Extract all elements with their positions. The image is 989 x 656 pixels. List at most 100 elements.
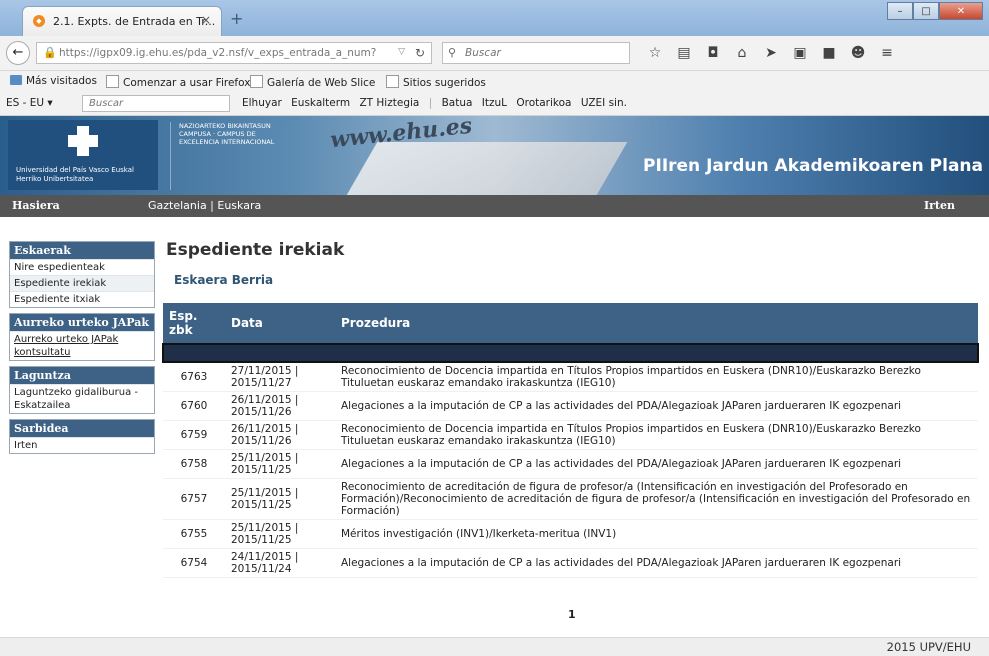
sidebar-item-closed-files[interactable]: Espediente itxiak bbox=[10, 291, 154, 307]
url-bar[interactable]: 🔒 https://igpx09.ig.ehu.es/pda_v2.nsf/v_… bbox=[36, 42, 432, 64]
dictionary-search[interactable] bbox=[82, 95, 231, 112]
new-tab-button[interactable]: + bbox=[230, 9, 243, 28]
dictionary-links: Elhuyar Euskalterm ZT Hiztegia | Batua I… bbox=[242, 97, 633, 109]
sidebar-item-open-files[interactable]: Espediente irekiak bbox=[10, 275, 154, 291]
send-icon[interactable]: ➤ bbox=[760, 44, 782, 62]
extension-toolbar: ES - EU ▾ Elhuyar Euskalterm ZT Hiztegia… bbox=[0, 93, 989, 116]
bookmark-web-slice[interactable]: Galería de Web Slice bbox=[250, 75, 375, 89]
file-procedure: Alegaciones a la imputación de CP a las … bbox=[335, 548, 978, 578]
file-procedure: Reconocimiento de Docencia impartida en … bbox=[335, 362, 978, 392]
bookmark-star-icon[interactable]: ☆ bbox=[644, 44, 666, 62]
menu-icon[interactable]: ≡ bbox=[876, 44, 898, 62]
table-header: Esp. zbk Data Prozedura bbox=[163, 303, 978, 344]
sidebar-item-user-guide[interactable]: Laguntzeko gidaliburua - Eskatzailea bbox=[10, 384, 154, 413]
pocket-icon[interactable]: ◘ bbox=[702, 44, 724, 62]
bookmark-most-visited[interactable]: Más visitados bbox=[10, 75, 97, 87]
browser-search-input[interactable] bbox=[463, 46, 627, 60]
table-row[interactable]: 6755 25/11/2015 | 2015/11/25 Méritos inv… bbox=[163, 519, 978, 549]
file-number[interactable]: 6759 bbox=[163, 420, 225, 450]
language-selector[interactable]: ES - EU ▾ bbox=[6, 97, 53, 109]
footer-copyright: 2015 UPV/EHU bbox=[886, 640, 971, 654]
file-date: 26/11/2015 | 2015/11/26 bbox=[225, 391, 335, 421]
url-text[interactable]: https://igpx09.ig.ehu.es/pda_v2.nsf/v_ex… bbox=[59, 47, 377, 59]
sidebar-heading: Sarbidea bbox=[10, 420, 154, 437]
bookmark-suggested[interactable]: Sitios sugeridos bbox=[386, 75, 486, 89]
campus-excellence-logo: NAZIOARTEKO BIKAINTASUN CAMPUSA · CAMPUS… bbox=[170, 122, 279, 190]
file-date: 27/11/2015 | 2015/11/27 bbox=[225, 362, 335, 392]
logout-link[interactable]: Irten bbox=[924, 199, 955, 212]
new-request-link[interactable]: Eskaera Berria bbox=[174, 273, 273, 287]
window-controls: – □ ✕ bbox=[887, 2, 983, 22]
file-number[interactable]: 6763 bbox=[163, 362, 225, 392]
file-procedure: Reconocimiento de acreditación de figura… bbox=[335, 478, 978, 520]
file-number[interactable]: 6757 bbox=[163, 478, 225, 520]
selected-row-cell bbox=[162, 343, 979, 363]
language-links[interactable]: Gaztelania | Euskara bbox=[148, 199, 261, 212]
sidebar-section-previous-japs: Aurreko urteko JAPak Aurreko urteko JAPa… bbox=[9, 313, 155, 361]
file-number[interactable]: 6755 bbox=[163, 519, 225, 549]
sidebar: Eskaerak Nire espedienteak Espediente ir… bbox=[9, 241, 155, 459]
files-table: Esp. zbk Data Prozedura 6763 27/11/2015 … bbox=[162, 303, 979, 578]
extension-icon[interactable]: ▣ bbox=[789, 44, 811, 62]
back-button[interactable]: ← bbox=[6, 41, 30, 65]
sidebar-heading: Aurreko urteko JAPak bbox=[10, 314, 154, 331]
link-elhuyar[interactable]: Elhuyar bbox=[242, 97, 282, 109]
sidebar-item-exit[interactable]: Irten bbox=[10, 437, 154, 453]
bookmark-getting-started[interactable]: Comenzar a usar Firefox bbox=[106, 75, 250, 89]
link-batua[interactable]: Batua bbox=[442, 97, 473, 109]
table-row[interactable]: 6760 26/11/2015 | 2015/11/26 Alegaciones… bbox=[163, 391, 978, 421]
url-dropdown-icon[interactable]: ▽ bbox=[398, 47, 405, 57]
site-banner: Universidad del País Vasco Euskal Herrik… bbox=[0, 116, 989, 195]
page-title: Espediente irekiak bbox=[166, 240, 345, 260]
sidebar-item-consult-previous[interactable]: Aurreko urteko JAPak kontsultatu bbox=[10, 331, 154, 360]
file-number[interactable]: 6758 bbox=[163, 449, 225, 479]
back-arrow-icon: ← bbox=[12, 45, 24, 60]
maximize-button[interactable]: □ bbox=[913, 2, 939, 20]
table-row[interactable]: 6754 24/11/2015 | 2015/11/24 Alegaciones… bbox=[163, 548, 978, 578]
pagination-page[interactable]: 1 bbox=[568, 608, 576, 621]
site-nav: Hasiera Gaztelania | Euskara Irten bbox=[0, 195, 989, 217]
file-date: 25/11/2015 | 2015/11/25 bbox=[225, 478, 335, 520]
table-row[interactable]: 6763 27/11/2015 | 2015/11/27 Reconocimie… bbox=[163, 362, 978, 392]
link-uzei[interactable]: UZEI sin. bbox=[581, 97, 627, 109]
reload-icon[interactable]: ↻ bbox=[415, 46, 425, 60]
home-link[interactable]: Hasiera bbox=[12, 199, 60, 212]
reading-list-icon[interactable]: ▤ bbox=[673, 44, 695, 62]
link-euskalterm[interactable]: Euskalterm bbox=[291, 97, 350, 109]
page-icon bbox=[386, 75, 399, 88]
file-number[interactable]: 6760 bbox=[163, 391, 225, 421]
close-window-button[interactable]: ✕ bbox=[939, 2, 983, 20]
chat-icon[interactable]: ☻ bbox=[847, 44, 869, 62]
sidebar-item-my-files[interactable]: Nire espedienteak bbox=[10, 259, 154, 275]
extension-red-icon[interactable]: ■ bbox=[818, 44, 840, 62]
column-header-date[interactable]: Data bbox=[225, 303, 335, 344]
separator: | bbox=[428, 97, 433, 109]
file-procedure: Méritos investigación (INV1)/Ikerketa-me… bbox=[335, 519, 978, 549]
file-date: 25/11/2015 | 2015/11/25 bbox=[225, 519, 335, 549]
university-logo[interactable]: Universidad del País Vasco Euskal Herrik… bbox=[8, 120, 158, 190]
file-procedure: Reconocimiento de Docencia impartida en … bbox=[335, 420, 978, 450]
file-procedure: Alegaciones a la imputación de CP a las … bbox=[335, 391, 978, 421]
column-header-number[interactable]: Esp. zbk bbox=[163, 303, 225, 344]
minimize-button[interactable]: – bbox=[887, 2, 913, 20]
table-row[interactable]: 6757 25/11/2015 | 2015/11/25 Reconocimie… bbox=[163, 478, 978, 520]
home-icon[interactable]: ⌂ bbox=[731, 44, 753, 62]
file-number[interactable]: 6754 bbox=[163, 548, 225, 578]
link-orotarikoa[interactable]: Orotarikoa bbox=[516, 97, 571, 109]
page-footer: 2015 UPV/EHU bbox=[0, 637, 989, 656]
browser-search-box[interactable]: ⚲ bbox=[442, 42, 630, 64]
tab-title: 2.1. Expts. de Entrada en Tr... bbox=[53, 15, 216, 28]
dictionary-search-input[interactable] bbox=[87, 97, 231, 110]
column-header-procedure[interactable]: Prozedura bbox=[335, 303, 978, 344]
tab-close-icon[interactable]: × bbox=[201, 13, 211, 27]
search-icon: ⚲ bbox=[448, 46, 457, 59]
link-itzul[interactable]: ItzuL bbox=[482, 97, 507, 109]
table-row[interactable]: 6759 26/11/2015 | 2015/11/26 Reconocimie… bbox=[163, 420, 978, 450]
selected-row[interactable] bbox=[162, 343, 979, 363]
link-zt-hiztegia[interactable]: ZT Hiztegia bbox=[359, 97, 419, 109]
browser-navbar: ← 🔒 https://igpx09.ig.ehu.es/pda_v2.nsf/… bbox=[0, 36, 989, 71]
file-date: 26/11/2015 | 2015/11/26 bbox=[225, 420, 335, 450]
table-row[interactable]: 6758 25/11/2015 | 2015/11/25 Alegaciones… bbox=[163, 449, 978, 479]
university-emblem-icon bbox=[68, 126, 98, 156]
browser-tab[interactable]: ◆ 2.1. Expts. de Entrada en Tr... × bbox=[22, 6, 222, 36]
